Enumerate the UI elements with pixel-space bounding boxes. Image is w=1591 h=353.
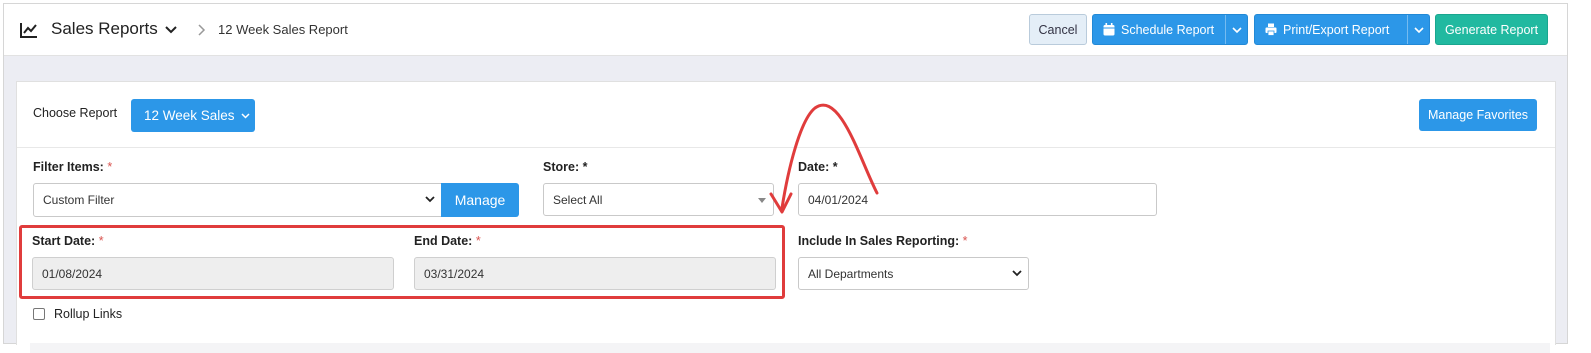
chevron-down-icon [425,196,435,203]
required-mark: * [475,234,481,248]
required-mark: * [962,234,968,248]
breadcrumb-separator-icon [198,24,206,36]
bottom-strip [30,343,1550,353]
manage-filter-button[interactable]: Manage [441,183,519,217]
required-mark: * [107,160,113,174]
printer-icon [1265,23,1277,36]
date-label: Date: * [798,160,838,174]
page-title: Sales Reports [51,19,158,38]
breadcrumb: 12 Week Sales Report [218,22,348,37]
end-date-label: End Date: * [414,234,481,248]
end-date-input: 03/31/2024 [414,257,776,290]
required-mark: * [98,234,104,248]
schedule-report-button[interactable]: Schedule Report [1092,14,1248,45]
app-frame: Sales Reports 12 Week Sales Report Cance… [3,3,1568,345]
choose-report-value: 12 Week Sales [144,108,235,123]
end-date-value: 03/31/2024 [424,266,485,281]
start-date-input: 01/08/2024 [32,257,394,290]
chevron-down-icon [1231,26,1242,33]
date-input[interactable]: 04/01/2024 [798,183,1157,216]
print-export-label: Print/Export Report [1283,22,1390,37]
filter-items-select[interactable]: Custom Filter [33,183,442,217]
calendar-icon [1103,23,1115,36]
schedule-report-label: Schedule Report [1121,22,1215,37]
filter-items-value: Custom Filter [43,193,115,207]
choose-report-label: Choose Report [33,106,118,120]
chevron-down-icon [241,113,250,119]
rollup-links-label: Rollup Links [54,307,123,321]
chevron-down-icon[interactable] [164,25,178,35]
chevron-down-icon [1012,270,1022,277]
store-label: Store: * [543,160,588,174]
manage-filter-label: Manage [454,192,506,208]
report-panel: Choose Report 12 Week Sales Manage Favor… [16,81,1556,345]
top-bar: Sales Reports 12 Week Sales Report Cance… [4,4,1567,56]
caret-down-icon [758,198,766,203]
schedule-dropdown-toggle[interactable] [1225,15,1247,44]
choose-report-dropdown[interactable]: 12 Week Sales [131,99,255,132]
chart-line-icon [20,23,37,38]
divider [17,147,1555,148]
store-select[interactable]: Select All [543,183,774,216]
manage-favorites-button[interactable]: Manage Favorites [1419,99,1537,131]
print-dropdown-toggle[interactable] [1407,15,1429,44]
date-value: 04/01/2024 [808,192,869,207]
rollup-links-checkbox[interactable] [33,308,45,320]
filter-items-label: Filter Items: * [33,160,113,174]
store-value: Select All [553,192,603,207]
chevron-down-icon [1413,26,1424,33]
generate-report-label: Generate Report [1444,22,1539,37]
generate-report-button[interactable]: Generate Report [1435,14,1548,45]
start-date-label: Start Date: * [32,234,104,248]
include-sales-value: All Departments [808,266,894,281]
cancel-button[interactable]: Cancel [1029,14,1087,45]
include-sales-label: Include In Sales Reporting: * [798,234,968,248]
include-sales-select[interactable]: All Departments [798,257,1029,290]
start-date-value: 01/08/2024 [42,266,103,281]
manage-favorites-label: Manage Favorites [1427,108,1529,122]
cancel-button-label: Cancel [1038,22,1078,37]
print-export-button[interactable]: Print/Export Report [1254,14,1430,45]
